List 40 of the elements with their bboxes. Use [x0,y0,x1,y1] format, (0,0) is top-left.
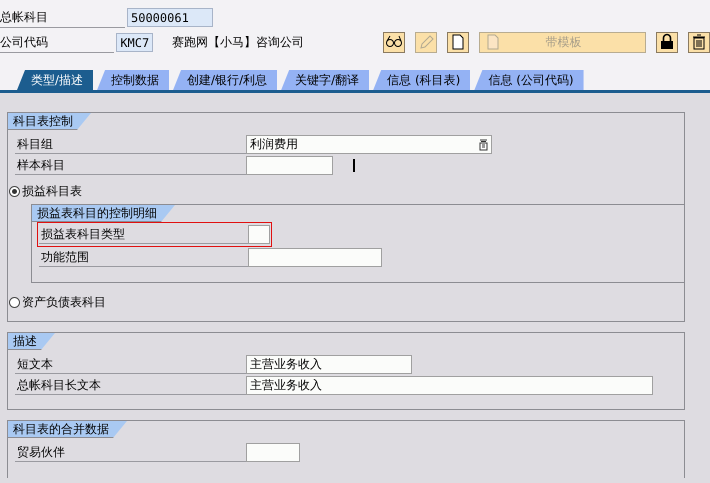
lock-icon [658,33,676,51]
list-icon [479,138,488,150]
radio-button[interactable] [9,297,20,308]
field-label: 总帐科目长文本 [15,376,246,395]
tab[interactable]: 关键字/翻译 [281,70,370,90]
group-title: 描述 [8,333,55,350]
tab[interactable]: 控制数据 [97,70,170,90]
group-title: 科目表控制 [8,113,91,130]
radio-label: 资产负债表科目 [22,294,106,311]
field-label: 总帐科目 [0,6,125,28]
glasses-button[interactable] [383,32,405,52]
group-title: 损益表科目的控制明细 [32,205,175,222]
tab[interactable]: 信息 (公司代码) [474,70,584,90]
input-field[interactable] [246,443,300,462]
tab[interactable]: 信息 (科目表) [373,70,470,90]
field-label: 功能范围 [39,248,248,267]
input-field[interactable]: 50000061 [127,8,213,26]
group-title: 科目表的合并数据 [8,421,127,438]
field-label: 样本科目 [15,156,246,175]
trash-button[interactable] [688,32,710,52]
field-label: 短文本 [15,355,246,374]
input-field[interactable] [248,225,270,244]
field-label: 损益表科目类型 [39,225,248,244]
trash-icon [690,33,708,51]
input-field[interactable]: 主营业务收入 [246,355,412,374]
field-label: 公司代码 [0,32,114,52]
lock-button[interactable] [656,32,678,52]
input-field[interactable]: 主营业务收入 [246,376,653,395]
field-label: 科目组 [15,135,246,154]
company-name: 赛跑网【小马】咨询公司 [172,34,306,50]
tab[interactable]: 创建/银行/利息 [173,70,278,90]
input-field[interactable] [248,248,382,267]
field-label: 贸易伙伴 [15,443,246,462]
document-button[interactable] [447,32,469,52]
input-field[interactable] [246,156,333,175]
tab[interactable]: 类型/描述 [17,70,94,90]
input-field[interactable]: KMC7 [116,32,154,52]
radio-label: 损益科目表 [22,183,82,200]
dropdown-field[interactable]: 利润费用 [246,135,492,154]
radio-button[interactable] [9,186,20,197]
